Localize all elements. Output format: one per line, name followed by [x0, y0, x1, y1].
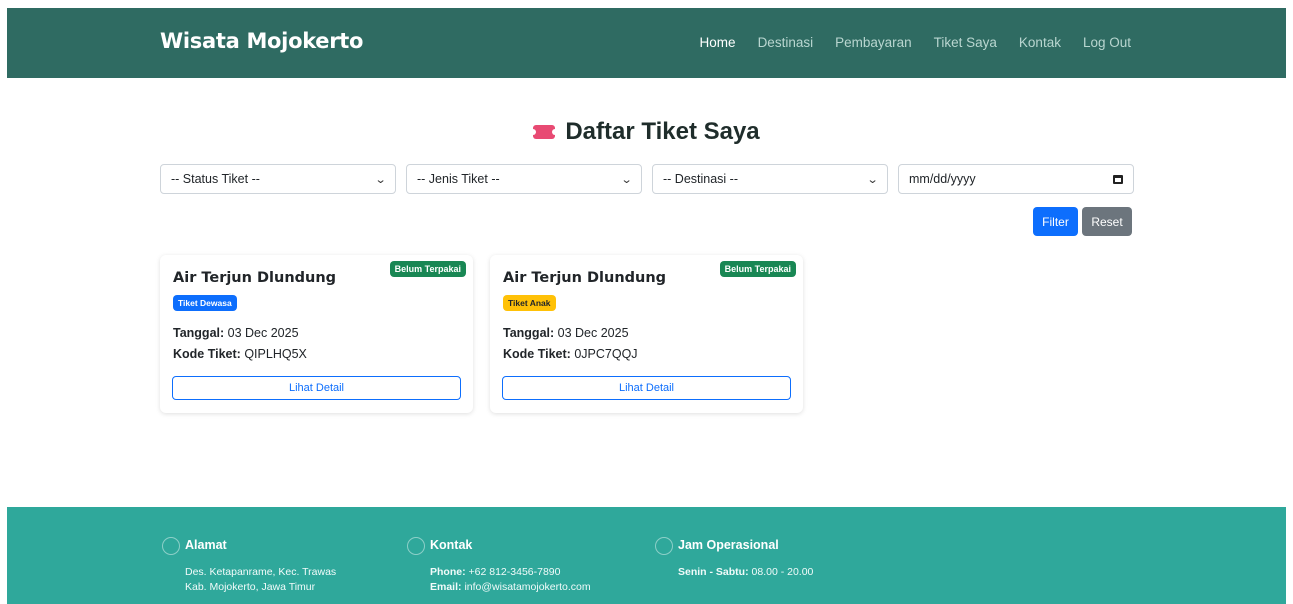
ticket-type-badge: Tiket Dewasa	[173, 295, 237, 311]
chevron-down-icon: ⌄	[866, 173, 879, 186]
jenis-select[interactable]: -- Jenis Tiket -- ⌄	[406, 164, 642, 194]
footer-email-value[interactable]: info@wisatamojokerto.com	[464, 581, 590, 593]
ticket-code-value: QIPLHQ5X	[244, 347, 307, 361]
location-pin-icon	[162, 537, 180, 555]
reset-button[interactable]: Reset	[1082, 207, 1132, 236]
destinasi-select-value: -- Destinasi --	[663, 172, 739, 186]
page-title: Daftar Tiket Saya	[0, 118, 1293, 146]
filter-bar: -- Status Tiket -- ⌄ -- Jenis Tiket -- ⌄…	[160, 164, 1134, 194]
footer-email: Email: info@wisatamojokerto.com	[430, 581, 591, 593]
filter-button[interactable]: Filter	[1033, 207, 1078, 236]
date-input-placeholder: mm/dd/yyyy	[909, 172, 976, 186]
nav-logout[interactable]: Log Out	[1083, 35, 1131, 50]
lihat-detail-button[interactable]: Lihat Detail	[172, 376, 461, 400]
phone-icon	[407, 537, 425, 555]
ticket-code: Kode Tiket: 0JPC7QQJ	[503, 347, 638, 361]
ticket-code-label: Kode Tiket:	[173, 347, 241, 361]
date-input[interactable]: mm/dd/yyyy	[898, 164, 1134, 194]
ticket-date-value: 03 Dec 2025	[227, 326, 299, 340]
footer-alamat-line1: Des. Ketapanrame, Kec. Trawas	[185, 566, 337, 578]
chevron-down-icon: ⌄	[374, 173, 387, 186]
ticket-date: Tanggal: 03 Dec 2025	[503, 326, 629, 340]
calendar-icon[interactable]	[1113, 174, 1123, 184]
ticket-date-label: Tanggal:	[173, 326, 225, 340]
chevron-down-icon: ⌄	[620, 173, 633, 186]
nav-tiket-saya[interactable]: Tiket Saya	[934, 35, 997, 50]
ticket-date-value: 03 Dec 2025	[557, 326, 629, 340]
nav-pembayaran[interactable]: Pembayaran	[835, 35, 912, 50]
footer-alamat-line2: Kab. Mojokerto, Jawa Timur	[185, 581, 316, 593]
ticket-card: Air Terjun Dlundung Belum Terpakai Tiket…	[490, 255, 803, 413]
status-badge: Belum Terpakai	[719, 261, 796, 277]
footer-hours-value: 08.00 - 20.00	[751, 566, 814, 578]
nav-home[interactable]: Home	[700, 35, 736, 50]
ticket-type-badge: Tiket Anak	[503, 295, 556, 311]
ticket-destination: Air Terjun Dlundung	[503, 270, 667, 286]
nav-links: Home Destinasi Pembayaran Tiket Saya Kon…	[700, 35, 1131, 50]
top-strip	[0, 0, 1293, 8]
footer-alamat-title: Alamat	[185, 538, 227, 552]
navbar: Wisata Mojokerto Home Destinasi Pembayar…	[7, 8, 1286, 78]
status-badge: Belum Terpakai	[389, 261, 466, 277]
jenis-select-value: -- Jenis Tiket --	[417, 172, 500, 186]
footer-jam-title: Jam Operasional	[678, 538, 779, 552]
footer-phone-value: +62 812-3456-7890	[468, 566, 561, 578]
footer-phone: Phone: +62 812-3456-7890	[430, 566, 560, 578]
footer: Alamat Des. Ketapanrame, Kec. Trawas Kab…	[7, 507, 1286, 604]
footer-phone-label: Phone:	[430, 566, 466, 578]
ticket-code: Kode Tiket: QIPLHQ5X	[173, 347, 307, 361]
nav-destinasi[interactable]: Destinasi	[758, 35, 814, 50]
page-title-text: Daftar Tiket Saya	[565, 118, 760, 145]
brand-logo[interactable]: Wisata Mojokerto	[160, 29, 363, 53]
footer-kontak-title: Kontak	[430, 538, 473, 552]
footer-days-label: Senin - Sabtu:	[678, 566, 749, 578]
ticket-card: Air Terjun Dlundung Belum Terpakai Tiket…	[160, 255, 473, 413]
clock-icon	[655, 537, 673, 555]
lihat-detail-button[interactable]: Lihat Detail	[502, 376, 791, 400]
ticket-date: Tanggal: 03 Dec 2025	[173, 326, 299, 340]
ticket-code-value: 0JPC7QQJ	[574, 347, 638, 361]
destinasi-select[interactable]: -- Destinasi -- ⌄	[652, 164, 888, 194]
ticket-icon	[530, 125, 559, 139]
ticket-date-label: Tanggal:	[503, 326, 555, 340]
ticket-code-label: Kode Tiket:	[503, 347, 571, 361]
footer-email-label: Email:	[430, 581, 462, 593]
status-select[interactable]: -- Status Tiket -- ⌄	[160, 164, 396, 194]
status-select-value: -- Status Tiket --	[171, 172, 260, 186]
footer-hours: Senin - Sabtu: 08.00 - 20.00	[678, 566, 813, 578]
ticket-destination: Air Terjun Dlundung	[173, 270, 337, 286]
nav-kontak[interactable]: Kontak	[1019, 35, 1061, 50]
